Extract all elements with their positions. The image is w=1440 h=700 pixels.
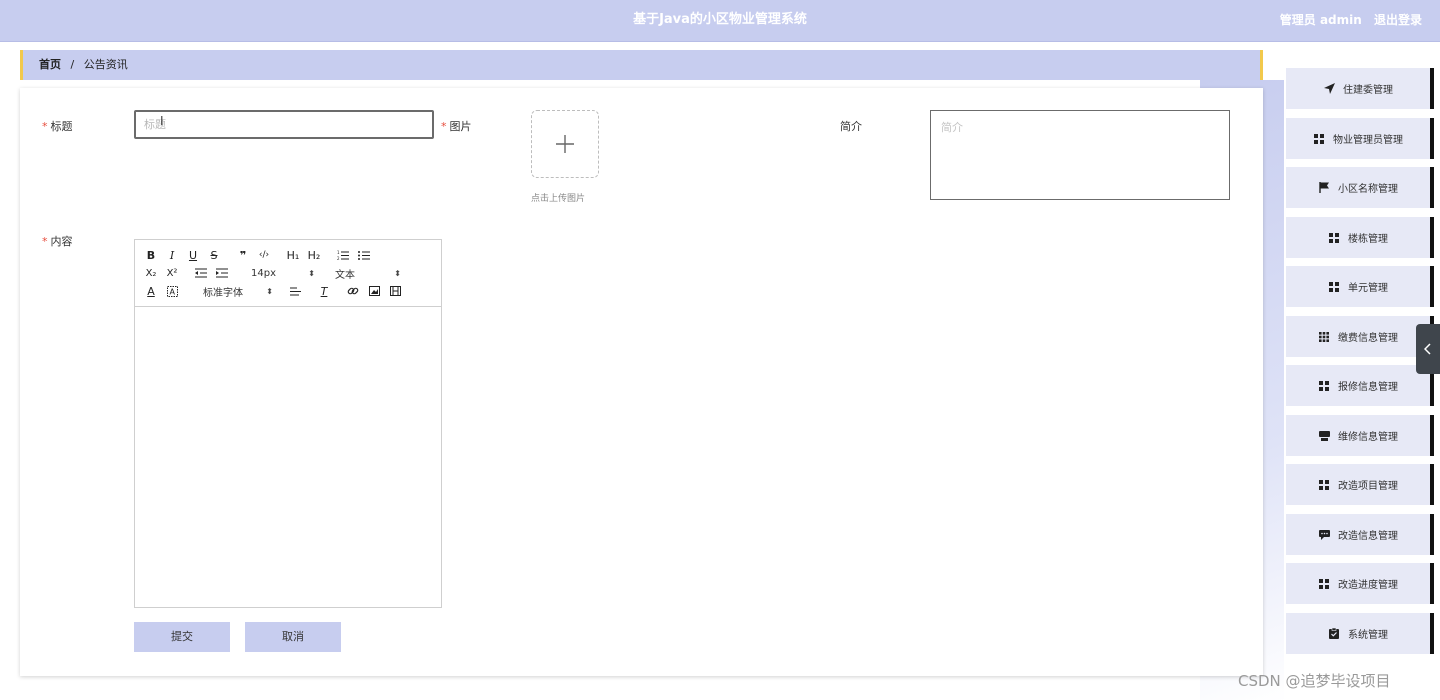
sidebar-item-property-admin[interactable]: 物业管理员管理 (1286, 118, 1434, 159)
sidebar-item-renovation-project[interactable]: 改造项目管理 (1286, 464, 1434, 505)
submit-button[interactable]: 提交 (134, 622, 230, 652)
code-button[interactable]: ‹/› (256, 247, 272, 263)
editor-content-area[interactable] (135, 307, 441, 607)
clear-format-icon[interactable]: T (316, 283, 332, 299)
intro-label: 简介 (840, 120, 862, 133)
outdent-icon[interactable] (193, 265, 209, 281)
grid-icon (1318, 578, 1330, 590)
paper-plane-icon (1323, 83, 1335, 95)
subscript-button[interactable]: X₂ (143, 265, 159, 281)
sidebar-item-system[interactable]: 系统管理 (1286, 613, 1434, 654)
user-area: 管理员 admin 退出登录 (1280, 0, 1422, 40)
breadcrumb-current: 公告资讯 (83, 58, 128, 71)
user-label: 管理员 admin (1279, 13, 1362, 27)
sidebar-collapse-button[interactable] (1416, 324, 1440, 374)
grid-3x3-icon (1318, 331, 1330, 343)
breadcrumb-separator: / (70, 58, 75, 71)
sidebar-item-maintenance[interactable]: 维修信息管理 (1286, 415, 1434, 456)
sidebar-item-repair-report[interactable]: 报修信息管理 (1286, 365, 1434, 406)
box-icon (1318, 430, 1330, 442)
grid-icon (1328, 232, 1340, 244)
h1-button[interactable]: H₁ (285, 247, 301, 263)
rich-text-editor: B I U S ❞ ‹/› H₁ H₂ 12 X₂ X² 14px ⬍ 文本 ⬍… (134, 239, 442, 608)
svg-text:2: 2 (337, 256, 340, 261)
sidebar-item-payment[interactable]: 缴费信息管理 (1286, 316, 1434, 357)
grid-icon (1313, 133, 1325, 145)
font-family-select[interactable]: 标准字体 ⬍ (203, 283, 273, 299)
title-label: * 标题 (42, 120, 73, 133)
video-icon[interactable] (387, 283, 403, 299)
grid-icon (1328, 281, 1340, 293)
font-size-select[interactable]: 14px ⬍ (251, 265, 315, 281)
sidebar-item-unit[interactable]: 单元管理 (1286, 266, 1434, 307)
breadcrumb: 首页 / 公告资讯 (20, 50, 1263, 80)
italic-button[interactable]: I (164, 247, 180, 263)
watermark: CSDN @追梦毕设项目 (1238, 672, 1391, 690)
strike-button[interactable]: S (206, 247, 222, 263)
select-arrow-icon: ⬍ (394, 268, 401, 278)
ordered-list-icon[interactable]: 12 (335, 247, 351, 263)
sidebar-item-building[interactable]: 楼栋管理 (1286, 217, 1434, 258)
editor-toolbar: B I U S ❞ ‹/› H₁ H₂ 12 X₂ X² 14px ⬍ 文本 ⬍… (135, 240, 441, 307)
plus-icon (556, 135, 574, 153)
form-card: *标题 I *图片 点击上传图片 简介 *内容 B I U (20, 88, 1263, 676)
superscript-button[interactable]: X² (164, 265, 180, 281)
bullet-list-icon[interactable] (356, 247, 372, 263)
content-label: * 内容 (42, 235, 73, 248)
align-icon[interactable] (287, 283, 303, 299)
svg-text:1: 1 (337, 250, 340, 255)
select-arrow-icon: ⬍ (266, 286, 273, 296)
title-input[interactable] (134, 110, 434, 139)
underline-button[interactable]: U (185, 247, 201, 263)
quote-button[interactable]: ❞ (235, 247, 251, 263)
top-bar: 基于Java的小区物业管理系统 管理员 admin 退出登录 (0, 0, 1440, 42)
grid-icon (1318, 479, 1330, 491)
grid-icon (1318, 380, 1330, 392)
h2-button[interactable]: H₂ (306, 247, 322, 263)
chat-icon (1318, 529, 1330, 541)
sidebar-item-housing-committee[interactable]: 住建委管理 (1286, 68, 1434, 109)
page: 基于Java的小区物业管理系统 管理员 admin 退出登录 首页 / 公告资讯… (0, 0, 1440, 700)
indent-icon[interactable] (214, 265, 230, 281)
clipboard-icon (1328, 628, 1340, 640)
image-upload-button[interactable] (531, 110, 599, 178)
text-format-select[interactable]: 文本 ⬍ (335, 265, 401, 281)
sidebar-item-renovation-info[interactable]: 改造信息管理 (1286, 514, 1434, 555)
svg-text:A: A (169, 287, 175, 296)
cancel-button[interactable]: 取消 (245, 622, 341, 652)
chevron-left-icon (1424, 343, 1431, 355)
intro-textarea[interactable] (930, 110, 1230, 200)
background-color-icon[interactable]: A (164, 283, 180, 299)
flag-icon (1318, 182, 1330, 194)
system-title: 基于Java的小区物业管理系统 (633, 12, 807, 27)
text-color-icon[interactable]: A (143, 283, 159, 299)
link-icon[interactable] (345, 283, 361, 299)
logout-link[interactable]: 退出登录 (1374, 13, 1422, 27)
select-arrow-icon: ⬍ (308, 268, 315, 278)
sidebar-item-renovation-progress[interactable]: 改造进度管理 (1286, 563, 1434, 604)
image-label: * 图片 (441, 120, 472, 133)
breadcrumb-home[interactable]: 首页 (39, 58, 61, 71)
image-icon[interactable] (366, 283, 382, 299)
bold-button[interactable]: B (143, 247, 159, 263)
sidebar-item-community-name[interactable]: 小区名称管理 (1286, 167, 1434, 208)
upload-hint: 点击上传图片 (531, 194, 586, 204)
